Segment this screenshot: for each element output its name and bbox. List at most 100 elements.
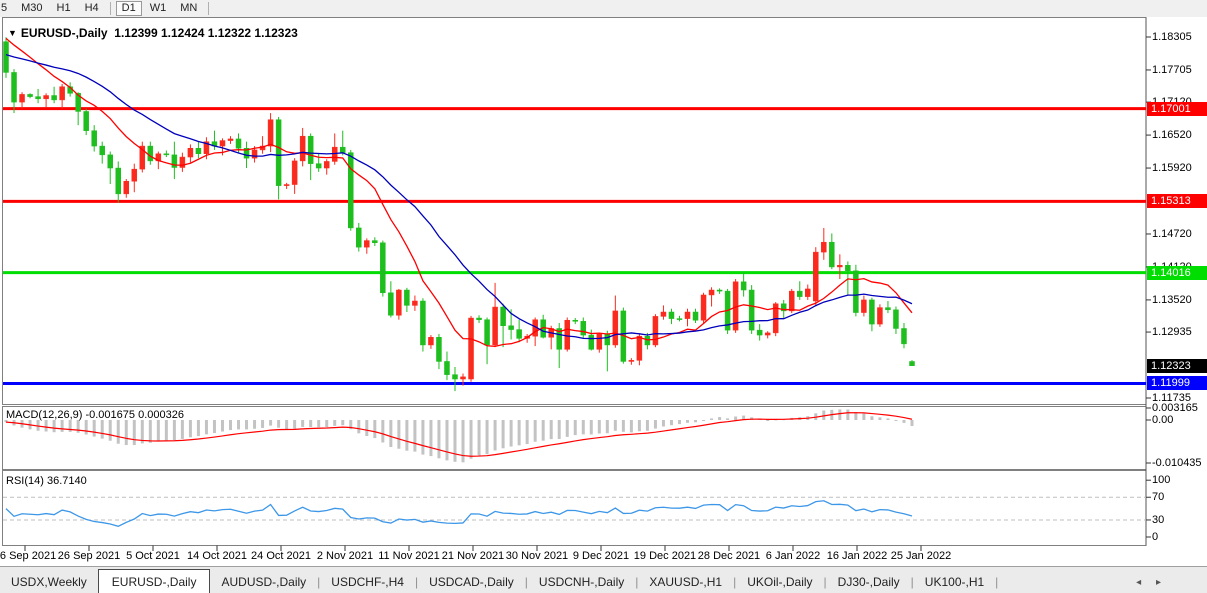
macd-histogram-bar bbox=[109, 420, 112, 441]
macd-histogram-bar bbox=[606, 420, 609, 433]
timeframe-button-5[interactable]: 5 bbox=[0, 1, 13, 16]
rsi-axis-tick[interactable]: 70 bbox=[1152, 491, 1164, 504]
chart-canvas[interactable] bbox=[0, 17, 1207, 566]
tab-usdcnh-daily[interactable]: USDCNH-,Daily bbox=[528, 571, 635, 593]
candle-body bbox=[44, 96, 49, 99]
macd-histogram-bar bbox=[405, 420, 408, 451]
price-pane-border bbox=[3, 18, 1147, 405]
tab-usdx-weekly[interactable]: USDX,Weekly bbox=[0, 571, 98, 593]
candle-body bbox=[829, 242, 834, 267]
macd-histogram-bar bbox=[173, 420, 176, 440]
macd-histogram-bar bbox=[453, 420, 456, 462]
candle-body bbox=[565, 320, 570, 349]
candle-body bbox=[637, 336, 642, 360]
macd-histogram-bar bbox=[301, 420, 304, 427]
candle-body bbox=[645, 336, 650, 345]
candle-body bbox=[485, 320, 490, 345]
macd-histogram-bar bbox=[718, 417, 721, 420]
candle-body bbox=[597, 334, 602, 349]
macd-histogram-bar bbox=[582, 420, 585, 434]
candle-body bbox=[853, 271, 858, 313]
macd-histogram-bar bbox=[381, 420, 384, 442]
candle-body bbox=[108, 155, 113, 168]
candle-body bbox=[461, 377, 466, 379]
candle-body bbox=[428, 337, 433, 345]
candle-body bbox=[693, 312, 698, 320]
macd-histogram-bar bbox=[429, 420, 432, 456]
timeframe-button-d1[interactable]: D1 bbox=[116, 1, 142, 16]
timeframe-button-m30[interactable]: M30 bbox=[15, 1, 48, 16]
macd-axis-tick[interactable]: -0.010435 bbox=[1152, 457, 1202, 470]
candle-body bbox=[308, 136, 313, 163]
tab-scroll-arrows[interactable]: ◂ ▸ bbox=[1136, 577, 1167, 593]
macd-histogram-bar bbox=[45, 420, 48, 431]
candle-body bbox=[885, 308, 890, 310]
candle-body bbox=[412, 301, 417, 305]
candle-body bbox=[517, 330, 522, 339]
macd-histogram-bar bbox=[654, 420, 657, 429]
current-price-label[interactable]: 1.12323 bbox=[1147, 359, 1207, 373]
candle-body bbox=[613, 311, 618, 345]
price-axis-tick[interactable]: 1.16520 bbox=[1152, 129, 1192, 142]
candle-body bbox=[605, 334, 610, 345]
candle-body bbox=[501, 307, 506, 326]
tab-dj30-daily[interactable]: DJ30-,Daily bbox=[827, 571, 911, 593]
macd-histogram-bar bbox=[205, 420, 208, 434]
price-axis-tick[interactable]: 1.18305 bbox=[1152, 31, 1192, 44]
candle-body bbox=[789, 291, 794, 311]
candle-body bbox=[84, 111, 89, 130]
tab-uk100-h1[interactable]: UK100-,H1 bbox=[914, 571, 995, 593]
macd-histogram-bar bbox=[878, 417, 881, 420]
rsi-axis-tick[interactable]: 0 bbox=[1152, 531, 1158, 544]
hline-price-label-1.17001[interactable]: 1.17001 bbox=[1147, 102, 1207, 116]
macd-histogram-bar bbox=[854, 412, 857, 420]
macd-histogram-bar bbox=[93, 420, 96, 437]
hline-price-label-1.11999[interactable]: 1.11999 bbox=[1147, 376, 1207, 390]
macd-axis-tick[interactable]: 0.00 bbox=[1152, 414, 1173, 427]
candle-body bbox=[493, 307, 498, 345]
candle-body bbox=[188, 148, 193, 157]
tab-audusd-daily[interactable]: AUDUSD-,Daily bbox=[210, 571, 317, 593]
hline-price-label-1.14016[interactable]: 1.14016 bbox=[1147, 266, 1207, 280]
macd-histogram-bar bbox=[317, 420, 320, 427]
timeframe-button-h1[interactable]: H1 bbox=[51, 1, 77, 16]
date-axis-label[interactable]: 25 Jan 2022 bbox=[879, 550, 963, 562]
macd-histogram-bar bbox=[421, 420, 424, 455]
hline-price-label-1.15313[interactable]: 1.15313 bbox=[1147, 194, 1207, 208]
chart-area[interactable]: ▼EURUSD-,Daily 1.12399 1.12424 1.12322 1… bbox=[0, 17, 1207, 566]
macd-histogram-bar bbox=[662, 420, 665, 426]
macd-histogram-bar bbox=[101, 420, 104, 439]
tab-eurusd-daily[interactable]: EURUSD-,Daily bbox=[98, 569, 211, 593]
rsi-axis-tick[interactable]: 30 bbox=[1152, 514, 1164, 527]
tab-ukoil-daily[interactable]: UKOil-,Daily bbox=[736, 571, 823, 593]
candle-body bbox=[220, 141, 225, 146]
timeframe-button-h4[interactable]: H4 bbox=[79, 1, 105, 16]
candle-body bbox=[757, 330, 762, 335]
candle-body bbox=[404, 290, 409, 305]
macd-histogram-bar bbox=[157, 420, 160, 442]
candle-body bbox=[348, 153, 353, 228]
chevron-down-icon[interactable]: ▼ bbox=[8, 28, 17, 38]
price-axis-tick[interactable]: 1.17705 bbox=[1152, 64, 1192, 77]
timeframe-button-mn[interactable]: MN bbox=[174, 1, 203, 16]
price-axis-tick[interactable]: 1.12935 bbox=[1152, 326, 1192, 339]
macd-histogram-bar bbox=[117, 420, 120, 444]
price-axis-tick[interactable]: 1.14720 bbox=[1152, 228, 1192, 241]
tab-usdchf-h4[interactable]: USDCHF-,H4 bbox=[320, 571, 415, 593]
tab-usdcad-daily[interactable]: USDCAD-,Daily bbox=[418, 571, 525, 593]
price-axis-tick[interactable]: 1.13520 bbox=[1152, 294, 1192, 307]
chart-title: ▼EURUSD-,Daily 1.12399 1.12424 1.12322 1… bbox=[8, 26, 298, 40]
tab-xauusd-h1[interactable]: XAUUSD-,H1 bbox=[638, 571, 733, 593]
candle-body bbox=[148, 146, 153, 161]
macd-histogram-bar bbox=[638, 420, 641, 431]
price-axis-tick[interactable]: 1.15920 bbox=[1152, 162, 1192, 175]
macd-histogram-bar bbox=[189, 420, 192, 437]
macd-histogram-bar bbox=[389, 420, 392, 447]
candle-body bbox=[469, 318, 474, 379]
rsi-axis-tick[interactable]: 100 bbox=[1152, 474, 1170, 487]
toolbar-separator bbox=[110, 2, 111, 15]
macd-histogram-bar bbox=[133, 420, 136, 445]
timeframe-button-w1[interactable]: W1 bbox=[144, 1, 173, 16]
macd-histogram-bar bbox=[911, 420, 914, 426]
macd-histogram-bar bbox=[413, 420, 416, 452]
